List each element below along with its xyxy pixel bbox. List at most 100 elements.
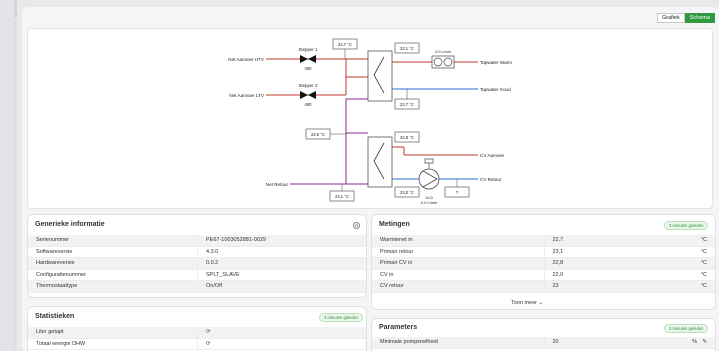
row-unit: °C [700,260,707,267]
row-key: CV retour [380,283,404,290]
mid-transfer-line [345,98,368,134]
table-row: Configuratienummer SPLT_SLAVE [28,269,366,281]
dhw-flow-value: 0.0 L/min [435,50,451,54]
row-key: Hardwareversie [36,260,75,267]
row-value: 0.0.2 [197,258,366,269]
table-row: Minimale pompsnelheid 20% ✎ [372,337,715,349]
temp-mid-left: 22,8 °C [311,132,325,137]
stepper2-valve-icon [300,91,308,99]
row-value: PE67-1003052881-0029 [197,235,366,246]
row-key: Liter getapt [36,329,64,336]
row-key: Primair retour [380,248,414,255]
sidebar-edge [0,0,17,351]
refresh-icon[interactable]: ⟳ [197,338,366,349]
table-row: Primair retour 23,1 °C [372,246,715,258]
generic-info-table: Serienummer PE67-1003052881-0029 Software… [28,235,366,293]
sidebar-collapse-handle[interactable] [14,0,17,18]
table-row: Serienummer PE67-1003052881-0029 [28,235,366,247]
temp-pump: 23,0 °C [400,190,414,195]
row-value: 22,0 [552,271,564,278]
row-value: 23 [552,283,559,290]
table-row: CV retour 23 °C [372,281,715,293]
label-stepper1: Stepper 1 [298,47,318,52]
pump-flow-unit: 0.0 L/min [421,200,437,205]
label-tapwater-koud: Tapwater Koud [480,87,511,92]
refresh-icon[interactable]: ⟳ [197,327,366,338]
table-row: Thermostaattype On/Off [28,281,366,293]
hydraulic-schema: Net Aanvoer HTV Net Aanvoer LTV Net Reto… [228,38,512,205]
table-row: Liter getapt ⟳ [28,327,366,339]
settings-icon[interactable]: ⚙ [353,222,360,229]
edit-icon[interactable]: ✎ [702,339,707,345]
row-value: 23,1 [552,248,564,255]
row-key: Serienummer [36,237,70,244]
measurements-updated-badge: 3 minuten geleden [664,221,709,230]
row-unit: °C [700,237,707,244]
statistics-table: Liter getapt ⟳ Totaal energie DHW ⟳ [28,327,366,350]
pump-icon [418,168,440,190]
row-value: 20 [552,339,559,346]
label-tapwater-warm: Tapwater Warm [480,60,512,65]
table-row: Warmtenet in 22,7 °C [372,235,715,247]
label-cv-aanvoer: CV Aanvoer [480,153,505,158]
parameters-panel: Parameters 3 minuten geleden Minimale po… [371,318,716,351]
label-cv-retour: CV Retour [480,177,502,182]
row-key: Minimale pompsnelheid [380,339,438,346]
row-key: Configuratienummer [36,271,86,278]
row-key: Thermostaattype [36,283,78,290]
flow-meter-icon [431,55,455,69]
parameters-title: Parameters [379,324,418,331]
row-key: Softwareversie [36,248,73,255]
label-stepper2: Stepper 2 [298,83,318,88]
label-net-aanvoer-ltv: Net Aanvoer LTV [229,93,265,98]
table-row: Softwareversie 4.3.0 [28,246,366,258]
temp-tap-cold: 22,7 °C [400,102,414,107]
temp-top-in: 22,7 °C [338,42,352,47]
parameters-updated-badge: 3 minuten geleden [664,324,709,333]
generic-info-panel: Generieke informatie ⚙ Serienummer PE67-1… [27,214,367,298]
schema-tab[interactable]: Schema [684,13,715,23]
temp-cv-supply: 22,8 °C [400,135,414,140]
row-unit: °C [700,271,707,278]
row-value: 22,8 [552,260,564,267]
row-value: 4.3.0 [197,246,366,257]
sidebar-divider [14,20,15,351]
temp-tap-warm: 22,1 °C [400,46,414,51]
row-value: On/Off [197,281,366,292]
show-more-label: Toon meer [511,300,537,306]
heat-exchanger-dhw [367,50,393,102]
statistics-updated-badge: 3 minuten geleden [319,313,364,322]
row-unit: % [692,339,697,346]
row-key: Totaal energie DHW [36,340,86,347]
schema-panel: Net Aanvoer HTV Net Aanvoer LTV Net Reto… [27,28,713,209]
generic-info-title: Generieke informatie [35,221,105,228]
row-key: Primair CV in [380,260,413,267]
graph-tab[interactable]: Grafiek [657,13,685,23]
label-net-retour: Net Retour [266,182,289,187]
statistics-title: Statistieken [35,313,75,320]
stepper1-value: 400 [305,66,313,71]
row-key: CV in [380,271,394,278]
row-value: 22,7 [552,237,564,244]
chevron-down-icon: ⌄ [538,300,544,306]
row-value: SPLT_SLAVE [197,269,366,280]
measurements-title: Metingen [379,221,410,228]
row-key: Warmtenet in [380,237,413,244]
table-row: Hardwareversie 0.0.2 [28,258,366,270]
table-row: Primair CV in 22,8 °C [372,258,715,270]
row-unit: °C [700,283,707,290]
measurements-table: Warmtenet in 22,7 °C Primair retour 23,1 °C … [372,235,715,293]
view-toggle: Grafiek Schema [657,13,715,23]
measurements-panel: Metingen 3 minuten geleden Warmtenet in 2… [371,214,716,310]
temp-bottom: 23,1 °C [335,194,349,199]
statistics-panel: Statistieken 3 minuten geleden Liter get… [27,306,367,351]
label-net-aanvoer-htv: Net Aanvoer HTV [228,57,265,62]
show-more-button[interactable]: Toon meer ⌄ [511,300,543,306]
stepper2-value: 400 [305,102,313,107]
heat-exchanger-cv [367,136,393,188]
parameters-table: Minimale pompsnelheid 20% ✎ [372,337,715,349]
row-unit: °C [700,248,707,255]
table-row: CV in 22,0 °C [372,269,715,281]
table-row: Totaal energie DHW ⟳ [28,338,366,350]
stepper1-valve-icon [300,55,308,63]
